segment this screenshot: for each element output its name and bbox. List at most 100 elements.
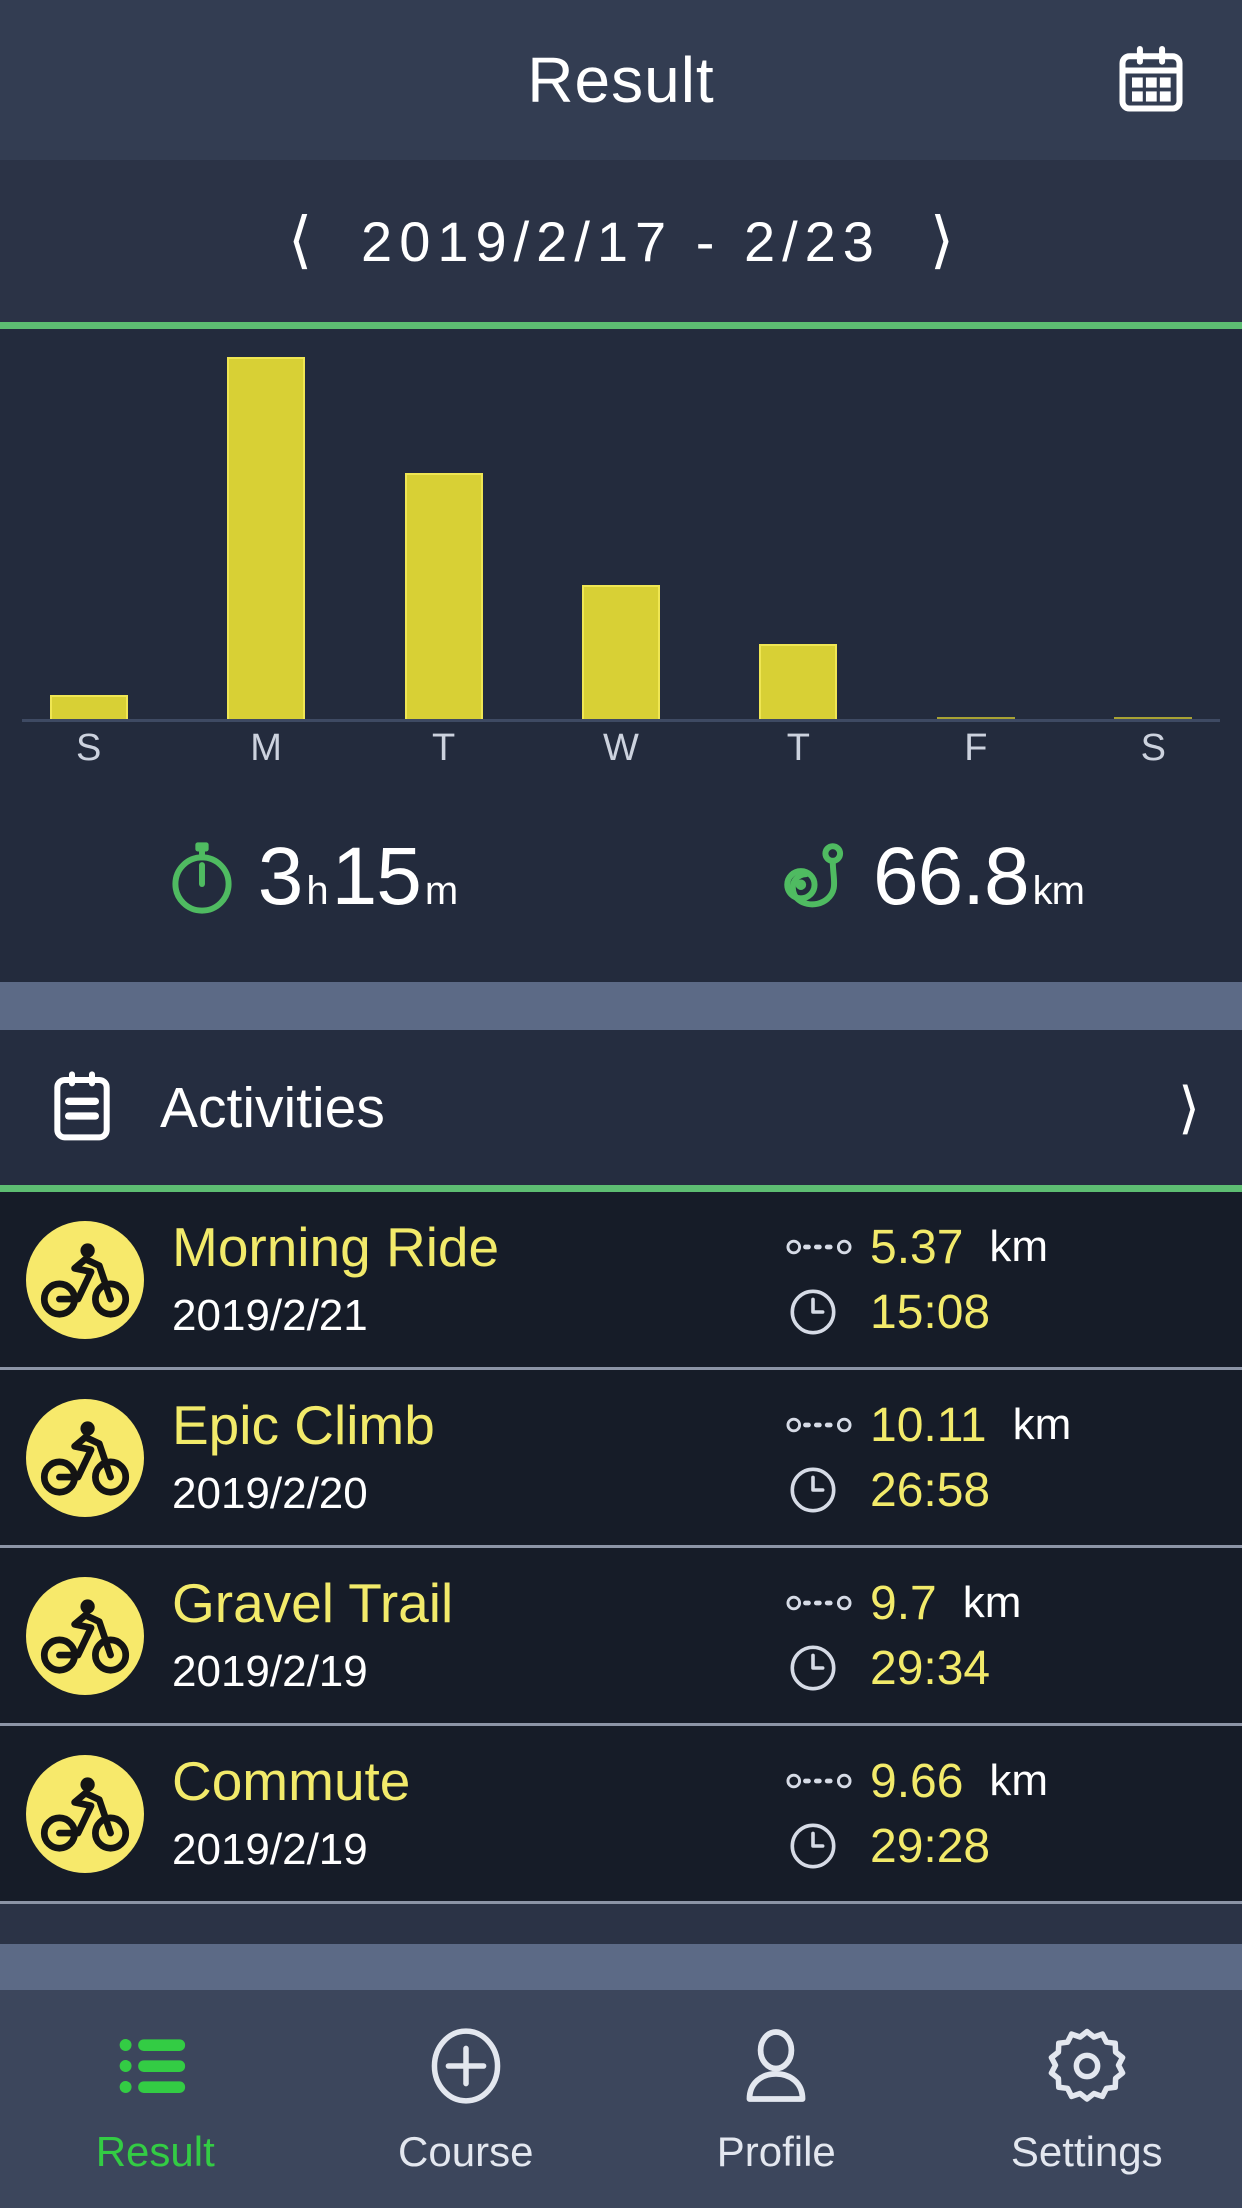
activity-title: Epic Climb bbox=[172, 1394, 435, 1457]
activity-distance: 5.37 km bbox=[786, 1220, 1216, 1275]
activities-divider bbox=[0, 1185, 1242, 1192]
activities-title: Activities bbox=[160, 1075, 385, 1140]
route-dots-icon bbox=[786, 1590, 854, 1616]
activity-time: 29:34 bbox=[786, 1641, 1216, 1696]
duration-hours: 3 bbox=[257, 831, 304, 922]
activity-date: 2019/2/19 bbox=[172, 1646, 368, 1696]
activity-info: Commute 2019/2/19 bbox=[172, 1750, 786, 1876]
activity-distance: 10.11 km bbox=[786, 1398, 1216, 1453]
activity-info: Epic Climb 2019/2/20 bbox=[172, 1394, 786, 1520]
activities-list[interactable]: Morning Ride 2019/2/21 5.37 km 15:08 Epi… bbox=[0, 1192, 1242, 1904]
activity-distance-value: 10.11 bbox=[870, 1398, 987, 1452]
duration-minutes: 15 bbox=[331, 831, 422, 922]
chart-bar[interactable] bbox=[581, 585, 660, 722]
activity-time-value: 29:34 bbox=[870, 1641, 991, 1695]
weekly-summary: 3 h 15 m 66.8 km bbox=[0, 787, 1242, 967]
activity-date: 2019/2/19 bbox=[172, 1824, 368, 1874]
chart-bar[interactable] bbox=[759, 644, 838, 722]
stopwatch-icon bbox=[160, 835, 244, 919]
route-dots-icon bbox=[786, 1412, 854, 1438]
tab-course[interactable]: Course bbox=[311, 1990, 622, 2208]
chart-bar-slot bbox=[1065, 329, 1242, 722]
chart-bar[interactable] bbox=[404, 473, 483, 722]
activity-row[interactable]: Epic Climb 2019/2/20 10.11 km 26:58 bbox=[0, 1370, 1242, 1548]
activity-time: 29:28 bbox=[786, 1819, 1216, 1874]
app-header: Result bbox=[0, 0, 1242, 160]
tab-label: Settings bbox=[1010, 2128, 1163, 2175]
activity-time-value: 26:58 bbox=[870, 1463, 991, 1517]
duration-minutes-unit: m bbox=[424, 869, 458, 913]
activity-distance: 9.66 km bbox=[786, 1754, 1216, 1809]
activity-distance: 9.7 km bbox=[786, 1576, 1216, 1631]
cyclist-icon bbox=[26, 1398, 144, 1517]
section-separator-band bbox=[0, 982, 1242, 1030]
chart-top-divider bbox=[0, 322, 1242, 329]
chart-bar-slot bbox=[887, 329, 1064, 722]
chart-bar-slot bbox=[355, 329, 532, 722]
activity-distance-unit: km bbox=[989, 1756, 1049, 1805]
activity-distance-value: 5.37 bbox=[870, 1220, 964, 1274]
app-root: Result ⟨ 2019/2/17 - 2/23 ⟩ S M T W T F … bbox=[0, 0, 1242, 2208]
tab-profile[interactable]: Profile bbox=[621, 1990, 932, 2208]
activity-row[interactable]: Gravel Trail 2019/2/19 9.7 km 29:34 bbox=[0, 1548, 1242, 1726]
activity-info: Gravel Trail 2019/2/19 bbox=[172, 1572, 786, 1698]
tab-label: Profile bbox=[716, 2128, 836, 2175]
activity-title: Gravel Trail bbox=[172, 1572, 454, 1635]
person-icon bbox=[733, 2018, 819, 2114]
cyclist-icon bbox=[26, 1754, 144, 1873]
weekly-chart-panel: SMTWTFS 3 h 15 m 66.8 km bbox=[0, 329, 1242, 982]
activity-title: Morning Ride bbox=[172, 1216, 500, 1279]
activity-distance-value: 9.66 bbox=[870, 1754, 964, 1808]
cyclist-icon bbox=[26, 1576, 144, 1695]
tab-result[interactable]: Result bbox=[0, 1990, 311, 2208]
activity-time: 26:58 bbox=[786, 1463, 1216, 1518]
activity-metrics: 5.37 km 15:08 bbox=[786, 1220, 1216, 1340]
weekly-bar-chart[interactable]: SMTWTFS bbox=[0, 329, 1242, 769]
activity-title: Commute bbox=[172, 1750, 411, 1813]
activity-metrics: 9.7 km 29:34 bbox=[786, 1576, 1216, 1696]
activity-metrics: 10.11 km 26:58 bbox=[786, 1398, 1216, 1518]
chart-bar[interactable] bbox=[49, 695, 128, 722]
chart-bar[interactable] bbox=[227, 357, 306, 722]
chevron-right-icon[interactable]: ⟩ bbox=[1178, 1075, 1200, 1141]
chart-bar-slot bbox=[177, 329, 354, 722]
route-dots-icon bbox=[786, 1234, 854, 1260]
activity-time: 15:08 bbox=[786, 1285, 1216, 1340]
duration-hours-unit: h bbox=[306, 869, 328, 913]
chevron-left-icon[interactable]: ⟨ bbox=[273, 210, 327, 272]
activity-distance-unit: km bbox=[989, 1222, 1049, 1271]
activity-metrics: 9.66 km 29:28 bbox=[786, 1754, 1216, 1874]
distance-value: 66.8 km bbox=[873, 836, 1088, 918]
plus-circle-icon bbox=[422, 2018, 510, 2114]
clock-icon bbox=[786, 1463, 854, 1517]
clock-icon bbox=[786, 1819, 854, 1873]
date-range-label: 2019/2/17 - 2/23 bbox=[361, 209, 881, 273]
chart-bar-slot bbox=[0, 329, 177, 722]
tab-settings[interactable]: Settings bbox=[932, 1990, 1242, 2208]
chart-bar-slot bbox=[532, 329, 709, 722]
activities-header[interactable]: Activities ⟩ bbox=[0, 1030, 1242, 1185]
chart-bar-slot bbox=[710, 329, 887, 722]
activity-row[interactable]: Morning Ride 2019/2/21 5.37 km 15:08 bbox=[0, 1192, 1242, 1370]
date-range-nav: ⟨ 2019/2/17 - 2/23 ⟩ bbox=[0, 160, 1242, 322]
bottom-tab-bar: Result Course Profile Settings bbox=[0, 1990, 1242, 2208]
clock-icon bbox=[786, 1641, 854, 1695]
clipboard-icon bbox=[42, 1068, 128, 1148]
list-icon bbox=[113, 2018, 197, 2114]
clock-icon bbox=[786, 1285, 854, 1339]
tab-label: Course bbox=[398, 2128, 534, 2175]
route-dots-icon bbox=[786, 1768, 854, 1794]
summary-duration: 3 h 15 m bbox=[0, 835, 621, 919]
tabbar-separator-band bbox=[0, 1944, 1242, 1990]
chevron-right-icon[interactable]: ⟩ bbox=[915, 210, 969, 272]
activity-row[interactable]: Commute 2019/2/19 9.66 km 29:28 bbox=[0, 1726, 1242, 1904]
cyclist-icon bbox=[26, 1220, 144, 1339]
gear-icon bbox=[1043, 2018, 1131, 2114]
duration-value: 3 h 15 m bbox=[258, 836, 461, 918]
activity-date: 2019/2/20 bbox=[172, 1468, 368, 1518]
activity-time-value: 15:08 bbox=[870, 1285, 991, 1339]
route-pin-icon bbox=[775, 835, 859, 919]
calendar-icon[interactable] bbox=[1108, 37, 1194, 123]
chart-bars bbox=[0, 329, 1242, 722]
distance-unit: km bbox=[1032, 869, 1085, 913]
